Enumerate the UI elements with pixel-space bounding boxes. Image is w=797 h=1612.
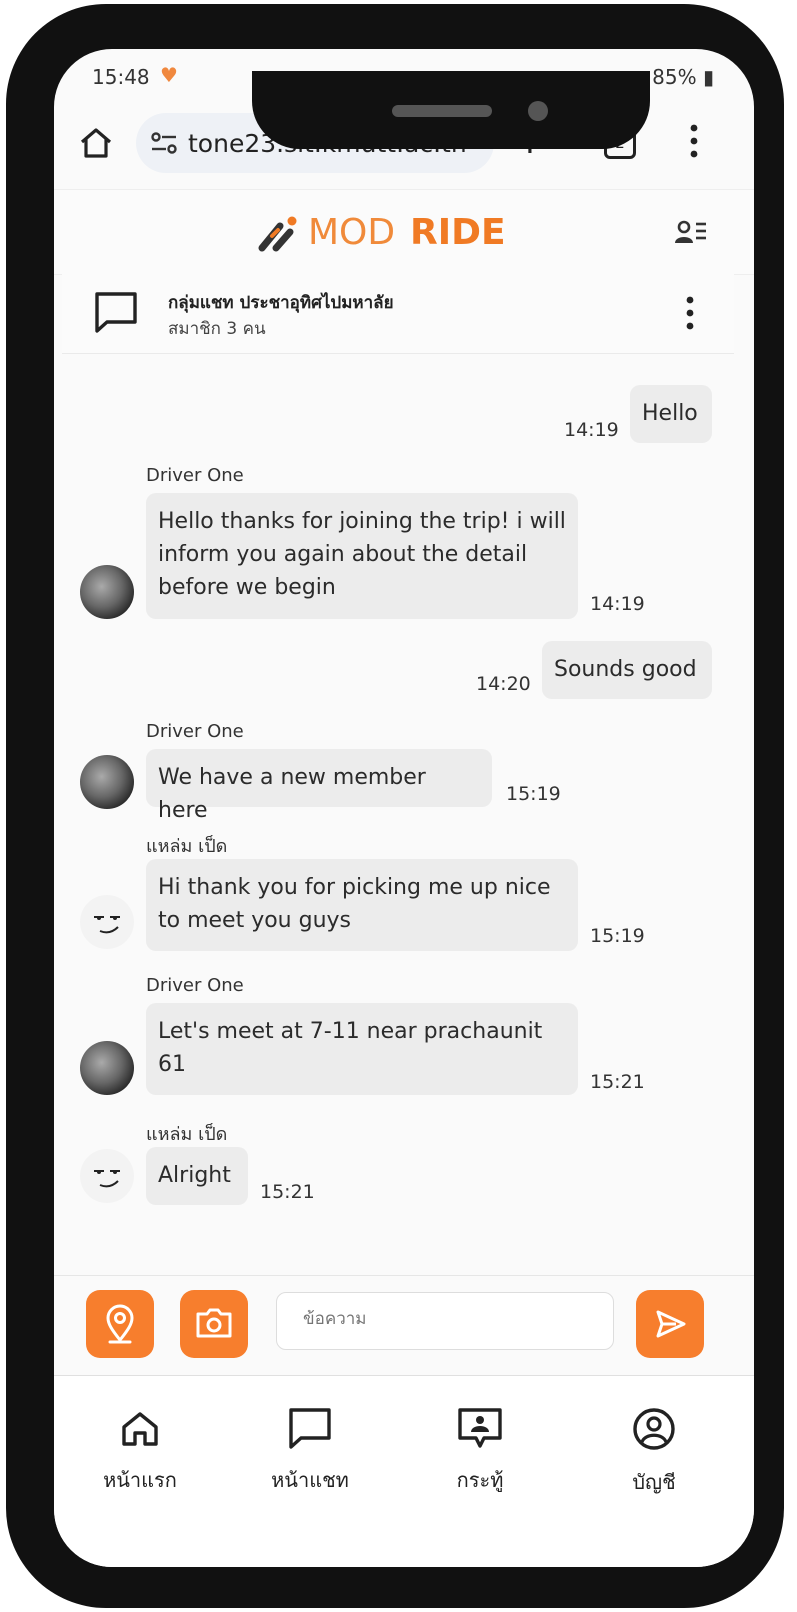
send-icon [656,1310,686,1338]
bottom-navigation: หน้าแรก หน้าแชท กระทู้ บัญชี [54,1375,754,1567]
message-time: 15:19 [506,783,561,805]
message-bubble-own: Hello [630,385,712,443]
nav-item-board[interactable]: กระทู้ [410,1406,550,1496]
nav-label: บัญชี [632,1470,676,1494]
screen: 15:48 ♥ ▁▃▅ 85% ▮ tone23.sit.kmutt.ac.th… [54,49,754,1567]
camera-button[interactable] [180,1290,248,1358]
avatar [80,755,134,809]
logo-text-mod: MOD [308,212,396,253]
message-time: 15:21 [260,1181,315,1203]
meme-face-icon [94,1170,120,1188]
message-input-wrapper [276,1292,614,1350]
avatar [80,1149,134,1203]
message-bubble: Hello thanks for joining the trip! i wil… [146,493,578,619]
message-time: 15:19 [590,925,645,947]
nav-label: กระทู้ [456,1468,504,1492]
heart-icon: ♥ [160,63,178,87]
nav-item-chat[interactable]: หน้าแชท [240,1406,380,1496]
message-time: 15:21 [590,1071,645,1093]
account-icon [633,1408,675,1450]
location-pin-icon [106,1304,134,1344]
home-icon [122,1412,158,1446]
message-sender: Driver One [146,465,244,486]
send-button[interactable] [636,1290,704,1358]
message-composer [54,1275,754,1376]
meme-face-icon [94,916,120,934]
user-list-icon[interactable] [672,216,708,248]
avatar [80,1041,134,1095]
group-chat-header: กลุ่มแชท ประชาอุทิศไปมหาลัย สมาชิก 3 คน [62,273,734,354]
message-bubble: We have a new member here [146,749,492,823]
app-header: MOD RIDE [54,189,754,275]
message-bubble: Let's meet at 7-11 near prachaunit 61 [146,1003,578,1095]
browser-home-icon[interactable] [76,123,116,163]
group-member-count: สมาชิก 3 คน [168,319,266,339]
group-options-icon[interactable] [686,295,694,331]
nav-label: หน้าแรก [103,1468,177,1492]
status-time: 15:48 [92,65,150,89]
message-sender: Driver One [146,975,244,996]
message-sender: แหล่ม เป็ด [146,1124,228,1145]
avatar [80,565,134,619]
share-location-button[interactable] [86,1290,154,1358]
nav-label: หน้าแชท [271,1468,349,1492]
message-list[interactable]: Hello 14:19 Driver One Hello thanks for … [54,355,754,1265]
chat-bubble-icon [95,292,137,333]
camera-notch [252,71,650,149]
nav-item-home[interactable]: หน้าแรก [70,1406,210,1496]
speaker-grille [392,105,492,117]
battery-level: 85% ▮ [652,65,714,89]
nav-item-account[interactable]: บัญชี [584,1406,724,1498]
site-settings-icon[interactable] [150,131,178,155]
phone-frame: 15:48 ♥ ▁▃▅ 85% ▮ tone23.sit.kmutt.ac.th… [6,4,784,1608]
board-icon [458,1408,502,1448]
front-camera [528,101,548,121]
message-bubble: Hi thank you for picking me up nice to m… [146,859,578,951]
message-sender: Driver One [146,721,244,742]
message-input[interactable] [277,1293,603,1345]
message-bubble-own: Sounds good [542,641,712,699]
message-bubble: Alright [146,1147,248,1205]
message-sender: แหล่ม เป็ด [146,836,228,857]
chat-icon [289,1408,331,1449]
logo-text-ride: RIDE [410,212,506,253]
message-time: 14:19 [590,593,645,615]
message-time: 14:19 [564,419,619,441]
camera-icon [196,1308,232,1338]
browser-menu-icon[interactable] [690,123,698,159]
group-name: กลุ่มแชท ประชาอุทิศไปมหาลัย [168,293,394,313]
logo-mark-icon [258,216,297,252]
avatar [80,895,134,949]
message-time: 14:20 [476,673,531,695]
